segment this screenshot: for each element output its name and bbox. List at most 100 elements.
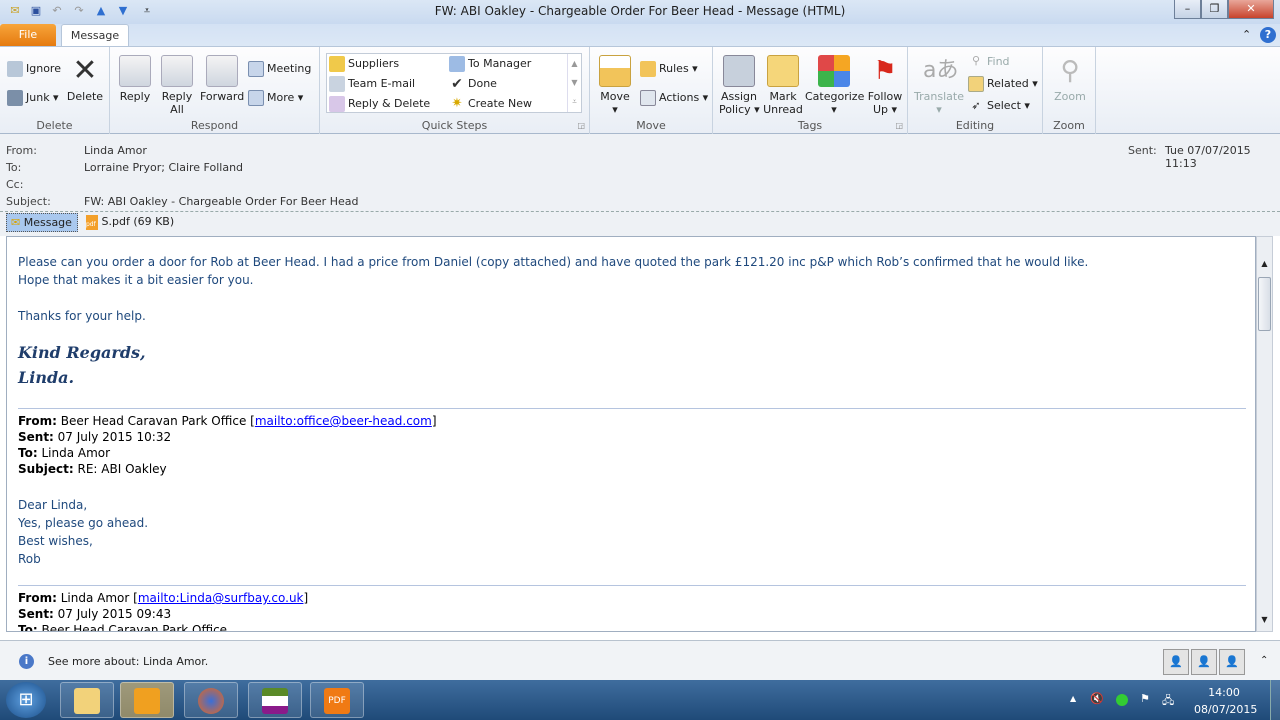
start-button[interactable]: ⊞ xyxy=(6,682,46,718)
body-line: Best wishes, xyxy=(18,534,93,548)
delete-button[interactable]: ✕ Delete xyxy=(66,53,104,104)
select-button[interactable]: ➶ Select ▾ xyxy=(968,98,1030,114)
group-label-move: Move xyxy=(636,119,666,132)
minimize-button[interactable]: – xyxy=(1174,0,1201,19)
quote-separator xyxy=(18,585,1246,586)
assign-label: Assign xyxy=(721,90,757,103)
taskbar-explorer[interactable] xyxy=(60,682,114,718)
follow-up-button[interactable]: ⚑ Follow Up ▾ xyxy=(865,55,905,116)
zoom-button[interactable]: ⚲ Zoom xyxy=(1051,55,1089,103)
email-link[interactable]: mailto:office@beer-head.com xyxy=(255,414,432,428)
close-button[interactable]: ✕ xyxy=(1228,0,1274,19)
show-desktop-button[interactable] xyxy=(1270,680,1280,720)
to-value[interactable]: Lorraine Pryor; Claire Folland xyxy=(84,161,243,174)
categorize-button[interactable]: Categorize ▾ xyxy=(805,55,864,116)
field-value: Linda Amor xyxy=(37,446,111,460)
quick-step-reply-delete[interactable]: Reply & Delete xyxy=(329,96,430,112)
policy-label: Policy xyxy=(719,103,751,116)
help-icon[interactable]: ? xyxy=(1260,27,1276,43)
message-body[interactable]: Please can you order a door for Rob at B… xyxy=(6,236,1256,632)
tab-file[interactable]: File xyxy=(0,24,56,46)
dialog-launcher-icon[interactable]: ◲ xyxy=(577,121,585,130)
group-respond: Reply Reply All Forward Meeting More ▾ Re… xyxy=(110,47,320,134)
quick-step-create-new[interactable]: ✷ Create New xyxy=(449,96,533,112)
taskbar-outlook[interactable] xyxy=(120,682,174,718)
person-icon[interactable]: 👤 xyxy=(1163,649,1189,675)
message-tab-label: Message xyxy=(23,216,72,229)
taskbar-sage[interactable] xyxy=(248,682,302,718)
delete-x-icon: ✕ xyxy=(72,53,98,88)
group-editing: aあ Translate ▾ ⚲ Find Related ▾ ➶ Select ▾ E… xyxy=(908,47,1043,134)
from-value[interactable]: Linda Amor xyxy=(84,144,147,157)
related-button[interactable]: Related ▾ xyxy=(968,76,1038,92)
more-button[interactable]: More ▾ xyxy=(248,90,303,106)
move-folder-icon xyxy=(599,55,631,87)
categorize-icon xyxy=(818,55,850,87)
find-button[interactable]: ⚲ Find xyxy=(968,54,1010,70)
assign-policy-button[interactable]: Assign Policy ▾ xyxy=(719,55,760,116)
tab-message[interactable]: Message xyxy=(61,24,129,47)
cc-label: Cc: xyxy=(6,178,24,191)
meeting-button[interactable]: Meeting xyxy=(248,61,311,77)
quick-step-team-email[interactable]: Team E-mail xyxy=(329,76,415,92)
action-center-flag-icon[interactable]: ⚑ xyxy=(1140,692,1150,705)
reply-label: Reply xyxy=(119,90,151,103)
field-label: Subject: xyxy=(18,462,74,476)
scroll-up-arrow[interactable]: ▲ xyxy=(1258,259,1271,273)
body-line: Hope that makes it a bit easier for you. xyxy=(18,273,254,287)
ignore-button[interactable]: Ignore xyxy=(7,61,61,77)
mark-unread-button[interactable]: Mark Unread xyxy=(763,55,803,116)
quick-steps-scroll[interactable]: ▲ ▼ ⩡ xyxy=(567,54,581,112)
network-icon[interactable]: 🖧 xyxy=(1162,692,1174,711)
status-green-icon[interactable] xyxy=(1116,694,1128,706)
quoted-sent: Sent: 07 July 2015 10:32 xyxy=(18,430,171,444)
reply-button[interactable]: Reply xyxy=(118,55,152,103)
ribbon: Ignore Junk ▾ ✕ Delete Delete Reply Reply… xyxy=(0,46,1280,134)
field-value: Beer Head Caravan Park Office [ xyxy=(56,414,255,428)
from-label: From: xyxy=(6,144,37,157)
person-icon[interactable]: 👤 xyxy=(1191,649,1217,675)
signature-line: Kind Regards, xyxy=(18,343,146,362)
expand-people-pane-icon[interactable]: ⌃ xyxy=(1260,655,1268,666)
volume-muted-icon[interactable]: 🔇 xyxy=(1090,692,1104,705)
quick-step-suppliers[interactable]: Suppliers xyxy=(329,56,399,72)
meeting-label: Meeting xyxy=(267,62,312,75)
rules-button[interactable]: Rules ▾ xyxy=(640,61,698,77)
related-label: Related xyxy=(987,77,1029,90)
taskbar-pdf[interactable]: PDF xyxy=(310,682,364,718)
message-tab[interactable]: ✉ Message xyxy=(6,213,78,232)
quick-step-label: Done xyxy=(468,77,497,90)
minimize-ribbon-icon[interactable]: ⌃ xyxy=(1242,28,1251,41)
translate-button[interactable]: aあ Translate ▾ xyxy=(912,55,966,116)
junk-button[interactable]: Junk ▾ xyxy=(7,90,59,106)
see-more-about[interactable]: See more about: Linda Amor. xyxy=(48,655,208,668)
flag-icon: ⚑ xyxy=(873,56,897,86)
quick-step-done[interactable]: ✔ Done xyxy=(449,76,497,92)
junk-icon xyxy=(7,90,23,106)
clock-date[interactable]: 08/07/2015 xyxy=(1194,703,1257,716)
more-icon xyxy=(248,90,264,106)
title-bar: ✉ ▣ ↶ ↷ ▲ ▼ ⩡ FW: ABI Oakley - Chargeabl… xyxy=(0,0,1280,24)
group-zoom: ⚲ Zoom Zoom xyxy=(1043,47,1096,134)
scroll-thumb[interactable] xyxy=(1258,277,1271,331)
person-icon[interactable]: 👤 xyxy=(1219,649,1245,675)
show-hidden-icons[interactable]: ▲ xyxy=(1070,694,1076,703)
taskbar-firefox[interactable] xyxy=(184,682,238,718)
reply-all-button[interactable]: Reply All xyxy=(159,55,195,116)
body-line: Dear Linda, xyxy=(18,498,88,512)
outlook-icon xyxy=(134,688,160,714)
clock-time[interactable]: 14:00 xyxy=(1194,686,1254,699)
scroll-down-arrow[interactable]: ▼ xyxy=(1258,615,1271,629)
group-label-editing: Editing xyxy=(955,119,995,132)
folder-icon xyxy=(74,688,100,714)
forward-button[interactable]: Forward xyxy=(200,55,244,103)
follow-label: Follow xyxy=(867,90,903,103)
quick-step-to-manager[interactable]: To Manager xyxy=(449,56,531,72)
restore-button[interactable]: ❐ xyxy=(1201,0,1228,19)
move-button[interactable]: Move ▾ xyxy=(598,55,632,116)
email-link[interactable]: mailto:Linda@surfbay.co.uk xyxy=(138,591,304,605)
attachment-pdf[interactable]: pdf S.pdf (69 KB) xyxy=(86,213,174,230)
vertical-scrollbar[interactable]: ▲ ▼ xyxy=(1256,236,1273,632)
group-label-quick-steps: Quick Steps xyxy=(421,119,488,132)
actions-button[interactable]: Actions ▾ xyxy=(640,90,708,106)
